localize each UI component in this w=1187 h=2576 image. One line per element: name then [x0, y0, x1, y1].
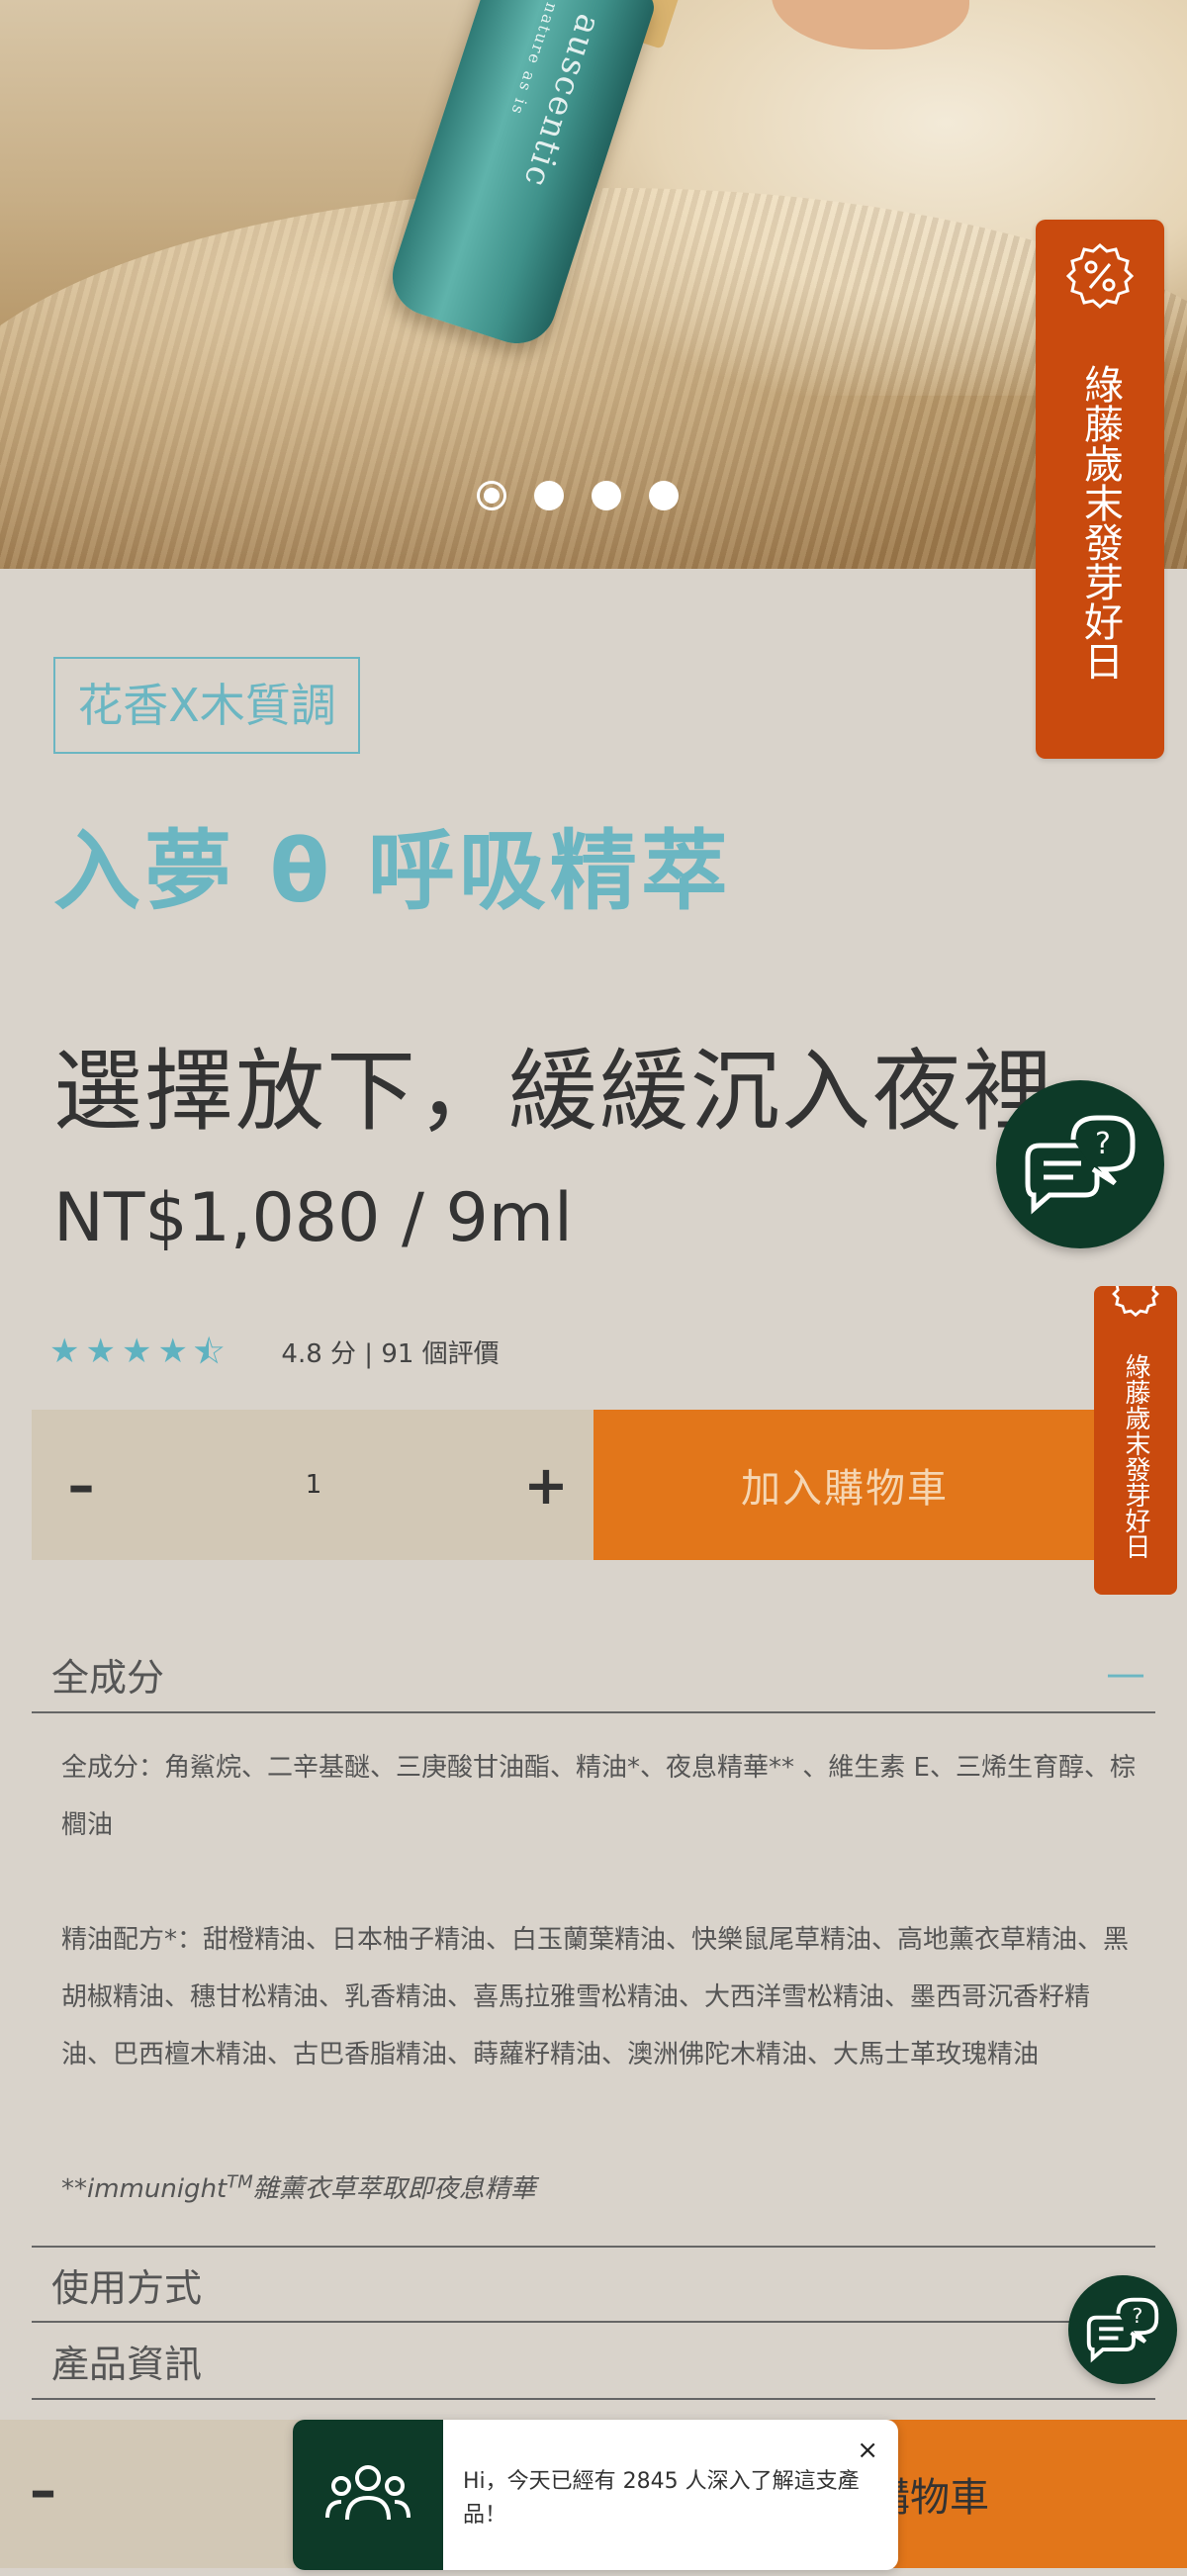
ingredients-text: 全成分：角鯊烷、二辛基醚、三庚酸甘油酯、精油*、夜息精華** 、維生素 E、三烯… — [61, 1753, 1136, 1840]
product-subtitle: 選擇放下，緩緩沉入夜裡 — [53, 1040, 1054, 1144]
discount-badge-icon — [1112, 1286, 1159, 1318]
toast-message: Hi，今天已經有 2845 人深入了解這支產品！ — [463, 2469, 860, 2528]
essential-oils-text: 精油配方*：甜橙精油、日本柚子精油、白玉蘭葉精油、快樂鼠尾草精油、高地薰衣草精油… — [61, 1925, 1130, 2070]
quantity-decrease-button[interactable]: – — [32, 1410, 131, 1560]
scent-tag: 花香X木質調 — [53, 657, 360, 754]
star-full-icon: ★ — [85, 1332, 116, 1371]
promo-tab-label: 綠藤歲末發芽好日 — [1077, 364, 1123, 681]
accordion-ingredients-title: 全成分 — [51, 1655, 165, 1700]
rating-text: 4.8 分 | 91 個評價 — [281, 1338, 500, 1369]
star-full-icon: ★ — [121, 1332, 152, 1371]
chat-question-icon: ? — [1025, 1115, 1136, 1215]
product-rating[interactable]: ★ ★ ★ ★ ★ 4.8 分 | 91 個評價 — [49, 1332, 500, 1372]
quantity-value[interactable]: 1 — [131, 1470, 497, 1500]
social-proof-toast[interactable]: × Hi，今天已經有 2845 人深入了解這支產品！ — [293, 2420, 898, 2570]
help-chat-button-small[interactable]: ? — [1068, 2275, 1177, 2384]
footnote-text: 雜薰衣草萃取即夜息精華 — [252, 2174, 536, 2204]
promo-tab[interactable]: 綠藤歲末發芽好日 — [1036, 220, 1164, 759]
quantity-increase-button[interactable]: + — [497, 1410, 595, 1560]
svg-text:?: ? — [1095, 1127, 1111, 1161]
star-half-icon: ★ — [193, 1332, 225, 1372]
carousel-dot-2[interactable] — [534, 481, 564, 510]
chat-question-icon: ? — [1086, 2297, 1159, 2363]
quantity-stepper: – 1 + — [32, 1410, 595, 1560]
accordion-usage-title: 使用方式 — [51, 2265, 203, 2310]
carousel-dot-3[interactable] — [592, 481, 621, 510]
promo-tab-small-label: 綠藤歲末發芽好日 — [1121, 1353, 1150, 1559]
sticky-add-to-cart-button[interactable]: 購物車 — [564, 2420, 1187, 2568]
star-full-icon: ★ — [49, 1332, 80, 1371]
help-chat-button[interactable]: ? — [996, 1080, 1164, 1248]
collapse-icon[interactable]: — — [1106, 1651, 1145, 1697]
star-full-icon: ★ — [157, 1332, 188, 1371]
close-icon[interactable]: × — [857, 2434, 878, 2467]
toast-icon-panel — [293, 2420, 443, 2570]
add-to-cart-button[interactable]: 加入購物車 — [594, 1410, 1096, 1560]
accordion-info-title: 產品資訊 — [51, 2342, 203, 2386]
product-price: NT$1,080 / 9ml — [53, 1179, 573, 1257]
ingredients-content: 全成分：角鯊烷、二辛基醚、三庚酸甘油酯、精油*、夜息精華** 、維生素 E、三烯… — [61, 1739, 1136, 2141]
accordion-ingredients-header[interactable]: 全成分 — — [32, 1636, 1155, 1713]
trademark-mark: TM — [227, 2171, 253, 2193]
toast-message-panel: × Hi，今天已經有 2845 人深入了解這支產品！ — [443, 2420, 898, 2570]
sticky-quantity-decrease-button[interactable]: – — [30, 2459, 56, 2522]
rating-stars: ★ ★ ★ ★ ★ — [49, 1332, 225, 1372]
svg-text:?: ? — [1132, 2304, 1142, 2328]
hero-blanket — [0, 188, 1187, 569]
promo-tab-small[interactable]: 綠藤歲末發芽好日 — [1094, 1286, 1177, 1595]
discount-badge-icon — [1065, 243, 1135, 309]
accordion-info-header[interactable]: 產品資訊 — [32, 2323, 1155, 2400]
carousel-dot-4[interactable] — [649, 481, 679, 510]
accordion-usage-header[interactable]: 使用方式 — [32, 2246, 1155, 2323]
hero-image-carousel[interactable]: auscentic nature as is — [0, 0, 1187, 569]
carousel-dot-1[interactable] — [477, 481, 506, 510]
product-title: 入夢 θ 呼吸精萃 — [53, 820, 732, 922]
ingredient-footnote: **immunightTM雜薰衣草萃取即夜息精華 — [61, 2168, 536, 2205]
people-icon — [325, 2465, 411, 2521]
carousel-dots — [477, 481, 679, 510]
footnote-prefix: **immunight — [61, 2174, 228, 2204]
